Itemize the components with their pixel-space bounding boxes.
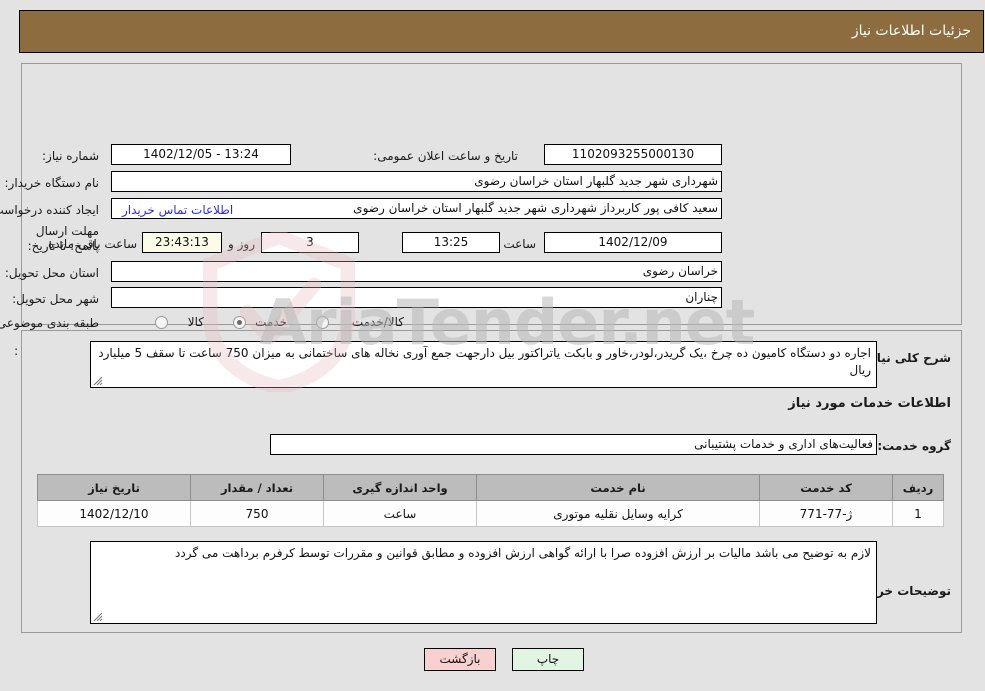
description-text: اجاره دو دستگاه کامیون ده چرخ ،یک گریدر،… [99, 346, 872, 377]
cell-quantity: 750 [191, 500, 325, 527]
back-button[interactable]: بازگشت [425, 648, 497, 671]
buyer-contact-link[interactable]: اطلاعات تماس خریدار [123, 203, 234, 217]
services-section-title: اطلاعات خدمات مورد نیاز [789, 396, 952, 411]
deadline-time-value: 13:25 [403, 232, 501, 253]
radio-category-kala-khedmat-label: کالا/خدمت [352, 315, 405, 329]
radio-category-khedmat-label: خدمت [256, 315, 288, 329]
remaining-days-value: 3 [262, 232, 360, 253]
public-announce-label: تاریخ و ساعت اعلان عمومی: [374, 149, 519, 163]
table-header-row: ردیف کد خدمت نام خدمت واحد اندازه گیری ت… [38, 474, 945, 501]
province-value: خراسان رضوی [112, 261, 723, 282]
buyer-org-value: شهرداری شهر جدید گلبهار استان خراسان رضو… [112, 171, 723, 192]
province-label: استان محل تحویل: [5, 266, 100, 280]
need-number-label: شماره نیاز: [43, 149, 100, 163]
services-table: ردیف کد خدمت نام خدمت واحد اندازه گیری ت… [38, 474, 945, 527]
table-row: 1 ژ-77-771 کرایه وسایل نقلیه موتوری ساعت… [38, 500, 945, 527]
col-unit: واحد اندازه گیری [324, 474, 478, 501]
col-row: ردیف [893, 474, 945, 501]
page-title: جزئیات اطلاعات نیاز [852, 23, 972, 39]
creator-label: ایجاد کننده درخواست: [0, 203, 100, 217]
remaining-suffix-label: ساعت باقی مانده [48, 237, 138, 251]
service-group-label: گروه خدمت: [878, 439, 952, 453]
page-header: جزئیات اطلاعات نیاز [20, 10, 985, 53]
col-quantity: تعداد / مقدار [191, 474, 325, 501]
resize-grip-icon[interactable] [94, 612, 104, 622]
radio-category-kala-khedmat[interactable] [317, 316, 330, 329]
radio-category-khedmat[interactable] [234, 316, 247, 329]
description-textarea[interactable]: اجاره دو دستگاه کامیون ده چرخ ،یک گریدر،… [91, 341, 878, 388]
col-code: کد خدمت [760, 474, 894, 501]
radio-category-kala[interactable] [156, 316, 169, 329]
days-and-label: روز و [229, 237, 256, 251]
cell-name: کرایه وسایل نقلیه موتوری [477, 500, 761, 527]
remaining-time-value: 23:43:13 [143, 232, 223, 253]
buyer-org-label: نام دستگاه خریدار: [5, 176, 101, 190]
deadline-date-value: 1402/12/09 [545, 232, 723, 253]
city-value: چناران [112, 287, 723, 308]
radio-category-kala-label: کالا [188, 315, 205, 329]
buyer-notes-text: لازم به توضیح می باشد مالیات بر ارزش افز… [176, 546, 872, 560]
need-details-panel: شرح کلی نیاز: اجاره دو دستگاه کامیون ده … [22, 330, 963, 633]
print-button[interactable]: چاپ [513, 648, 585, 671]
service-group-value: فعالیت‌های اداری و خدمات پشتیبانی [271, 434, 878, 455]
cell-date: 1402/12/10 [38, 500, 192, 527]
col-date: تاریخ نیاز [38, 474, 192, 501]
col-name: نام خدمت [477, 474, 761, 501]
need-number-value: 1102093255000130 [545, 144, 723, 165]
cell-code: ژ-77-771 [760, 500, 894, 527]
cell-unit: ساعت [324, 500, 478, 527]
resize-grip-icon[interactable] [94, 376, 104, 386]
hour-label: ساعت [504, 237, 537, 251]
description-label: شرح کلی نیاز: [866, 351, 952, 365]
cell-row: 1 [893, 500, 945, 527]
need-info-panel: شماره نیاز: 1102093255000130 تاریخ و ساع… [0, 63, 963, 358]
category-label: طبقه بندی موضوعی: [0, 316, 100, 330]
public-announce-value: 1402/12/05 - 13:24 [112, 144, 292, 165]
buyer-notes-textarea[interactable]: لازم به توضیح می باشد مالیات بر ارزش افز… [91, 541, 878, 624]
city-label: شهر محل تحویل: [13, 292, 100, 306]
